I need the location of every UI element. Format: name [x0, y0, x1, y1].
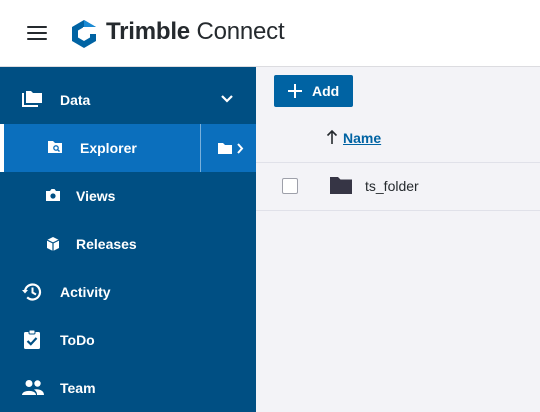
table-header: Name	[256, 115, 540, 163]
sidebar-item-label: ToDo	[60, 332, 95, 348]
sort-ascending-arrow-icon[interactable]	[326, 129, 338, 145]
sidebar-item-team[interactable]: Team	[0, 364, 256, 412]
sidebar-item-label: Activity	[60, 284, 111, 300]
sidebar-item-activity[interactable]: Activity	[0, 268, 256, 316]
sidebar-item-todo[interactable]: ToDo	[0, 316, 256, 364]
folder-search-icon	[47, 140, 63, 154]
folder-name[interactable]: ts_folder	[365, 178, 419, 194]
brand-bold-text: Trimble	[106, 18, 190, 45]
brand-light-text: Connect	[196, 18, 285, 45]
top-header: Trimble Connect	[0, 0, 540, 67]
sidebar-nav: Data Explorer Views Releases Activity To…	[0, 67, 256, 412]
app-brand-title: Trimble Connect	[106, 18, 285, 46]
trimble-logo-icon	[72, 20, 98, 48]
sidebar-item-explorer[interactable]: Explorer	[0, 124, 256, 172]
sidebar-item-label: Team	[60, 380, 96, 396]
sidebar-item-views[interactable]: Views	[0, 172, 256, 220]
folder-chevron-icon[interactable]	[217, 141, 247, 155]
chevron-down-icon[interactable]	[220, 94, 234, 104]
plus-icon	[288, 84, 302, 98]
sidebar-item-label: Views	[76, 188, 116, 204]
sidebar-item-label: Releases	[76, 236, 137, 252]
row-select-checkbox[interactable]	[282, 178, 298, 194]
folder-icon	[330, 177, 352, 194]
sidebar-item-data[interactable]: Data	[0, 76, 256, 124]
hamburger-menu-icon[interactable]	[27, 26, 47, 40]
add-button-label: Add	[312, 83, 340, 99]
divider	[200, 124, 201, 172]
package-icon	[45, 236, 61, 252]
table-row[interactable]: ts_folder	[256, 163, 540, 211]
history-icon	[21, 281, 43, 303]
sidebar-item-label: Explorer	[80, 140, 137, 156]
column-header-name[interactable]: Name	[343, 130, 381, 146]
app-window: Trimble Connect Data Explorer Views Rele…	[0, 0, 540, 412]
sidebar-item-label: Data	[60, 92, 91, 108]
folder-stack-icon	[21, 89, 43, 109]
add-button[interactable]: Add	[274, 75, 353, 107]
clipboard-check-icon	[23, 329, 41, 350]
content-area: Add Name ts_folder	[256, 67, 540, 412]
sidebar-item-releases[interactable]: Releases	[0, 220, 256, 268]
camera-icon	[45, 188, 61, 202]
active-indicator	[0, 124, 4, 172]
people-icon	[21, 379, 45, 395]
